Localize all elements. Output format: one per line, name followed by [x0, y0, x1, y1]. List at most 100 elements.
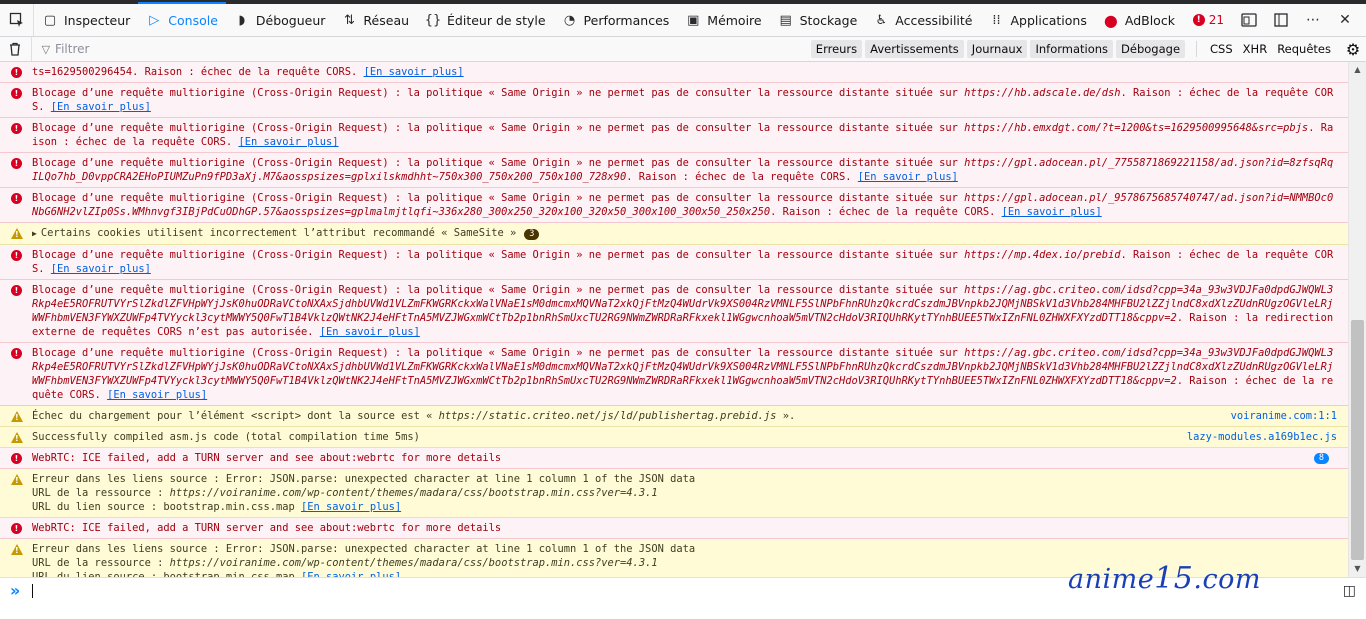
- console-output: ! ts=1629500296454. Raison : échec de la …: [0, 62, 1348, 577]
- error-counter[interactable]: ! 21: [1192, 13, 1224, 27]
- message-text: WebRTC: ICE failed, add a TURN server an…: [32, 451, 1336, 465]
- watermark-logo: anime15.com: [1068, 561, 1261, 596]
- responsive-icon: [1241, 13, 1257, 27]
- learn-more-link[interactable]: [En savoir plus]: [320, 326, 420, 338]
- learn-more-link[interactable]: [En savoir plus]: [364, 66, 464, 78]
- error-message: ! Blocage d’une requête multiorigine (Cro…: [0, 245, 1348, 280]
- performance-icon: ◔: [563, 12, 576, 28]
- watermark-text: anime: [1068, 564, 1155, 595]
- warning-message: Erreur dans les liens source : Error: JS…: [0, 469, 1348, 518]
- error-message: ! WebRTC: ICE failed, add a TURN server a…: [0, 518, 1348, 539]
- divider: [1196, 41, 1198, 57]
- source-location-link[interactable]: voiranime.com:1:1: [1231, 409, 1337, 423]
- tab-network[interactable]: ⇅ Réseau: [333, 4, 417, 36]
- message-body: Échec du chargement pour l’élément <scri…: [32, 410, 439, 422]
- editor-mode-icon[interactable]: ◫: [1343, 583, 1356, 599]
- tab-debugger[interactable]: ◗ Débogueur: [226, 4, 334, 36]
- message-body: Blocage d’une requête multiorigine (Cros…: [32, 87, 965, 99]
- error-icon: !: [11, 193, 22, 204]
- tab-label: Stockage: [799, 12, 858, 28]
- tab-console[interactable]: ▷ Console: [138, 2, 226, 36]
- storage-icon: ▤: [779, 12, 792, 28]
- error-icon: !: [11, 348, 22, 359]
- filter-bar: ▽ Erreurs Avertissements Journaux Inform…: [0, 37, 1366, 62]
- error-message: ! Blocage d’une requête multiorigine (Cro…: [0, 118, 1348, 153]
- learn-more-link[interactable]: [En savoir plus]: [51, 101, 151, 113]
- memory-icon: ▣: [687, 12, 700, 28]
- trash-icon: [10, 42, 21, 56]
- error-message: ! ts=1629500296454. Raison : échec de la …: [0, 62, 1348, 83]
- tab-accessibility[interactable]: ♿ Accessibilité: [865, 4, 980, 36]
- scroll-up-arrow[interactable]: ▲: [1349, 62, 1366, 78]
- message-body: WebRTC: ICE failed, add a TURN server an…: [32, 522, 502, 534]
- tab-adblock[interactable]: ● AdBlock: [1095, 4, 1183, 36]
- settings-gear-icon[interactable]: ⚙: [1340, 40, 1366, 59]
- scrollbar[interactable]: ▲ ▼: [1348, 62, 1366, 577]
- debugger-icon: ◗: [238, 12, 246, 28]
- clear-console-button[interactable]: [0, 37, 32, 61]
- learn-more-link[interactable]: [En savoir plus]: [51, 263, 151, 275]
- error-icon: !: [11, 285, 22, 296]
- more-options-button[interactable]: ⋯: [1302, 9, 1324, 31]
- tab-inspector[interactable]: ▢ Inspecteur: [34, 4, 138, 36]
- tab-label: Performances: [583, 12, 670, 28]
- message-reason: . Raison : échec de la requête CORS.: [626, 171, 858, 183]
- learn-more-link[interactable]: [En savoir plus]: [858, 171, 958, 183]
- tab-applications[interactable]: ⁞⁞ Applications: [981, 4, 1095, 36]
- filter-css[interactable]: CSS: [1205, 40, 1238, 58]
- learn-more-link[interactable]: [En savoir plus]: [238, 136, 338, 148]
- adblock-icon: ●: [1103, 10, 1118, 30]
- learn-more-link[interactable]: [En savoir plus]: [301, 501, 401, 513]
- warning-message: Successfully compiled asm.js code (total…: [0, 427, 1348, 448]
- warning-icon: [11, 432, 23, 444]
- tab-label: Mémoire: [707, 12, 762, 28]
- prompt-chevron-icon: »: [10, 581, 21, 600]
- message-body: Blocage d’une requête multiorigine (Cros…: [32, 249, 965, 261]
- devtools-toolbar: ▢ Inspecteur ▷ Console ◗ Débogueur ⇅ Réseau {} Éd…: [0, 0, 1366, 37]
- error-message: ! Blocage d’une requête multiorigine (Cro…: [0, 188, 1348, 223]
- resource-url: https://static.criteo.net/js/ld/publishe…: [438, 410, 777, 422]
- repeat-count-badge: 8: [1313, 453, 1329, 464]
- source-location-link[interactable]: lazy-modules.a169b1ec.js: [1187, 430, 1337, 444]
- message-body: ts=1629500296454. Raison : échec de la r…: [32, 66, 364, 78]
- scroll-down-arrow[interactable]: ▼: [1349, 561, 1366, 577]
- responsive-mode-button[interactable]: [1238, 9, 1260, 31]
- tab-label: Réseau: [363, 12, 410, 28]
- filter-requests[interactable]: Requêtes: [1272, 40, 1336, 58]
- picker-icon: [9, 12, 23, 27]
- dock-button[interactable]: [1270, 9, 1292, 31]
- filter-input[interactable]: [55, 42, 756, 56]
- console-icon: ▷: [149, 12, 160, 28]
- applications-icon: ⁞⁞: [992, 12, 1001, 28]
- level-logs[interactable]: Journaux: [966, 40, 1028, 58]
- element-picker-button[interactable]: [0, 4, 34, 36]
- tab-performance[interactable]: ◔ Performances: [554, 4, 678, 36]
- message-text: Blocage d’une requête multiorigine (Cros…: [32, 283, 1336, 339]
- accessibility-icon: ♿: [875, 12, 888, 28]
- scroll-thumb[interactable]: [1351, 320, 1364, 560]
- close-button[interactable]: ✕: [1334, 9, 1356, 31]
- warning-icon: [11, 544, 23, 556]
- learn-more-link[interactable]: [En savoir plus]: [1002, 206, 1102, 218]
- message-text: Blocage d’une requête multiorigine (Cros…: [32, 156, 1336, 184]
- tab-memory[interactable]: ▣ Mémoire: [677, 4, 769, 36]
- message-text: Blocage d’une requête multiorigine (Cros…: [32, 346, 1336, 402]
- learn-more-link[interactable]: [En savoir plus]: [107, 389, 207, 401]
- level-warnings[interactable]: Avertissements: [865, 40, 964, 58]
- tab-label: Inspecteur: [64, 12, 131, 28]
- message-body: WebRTC: ICE failed, add a TURN server an…: [32, 452, 502, 464]
- filter-field[interactable]: ▽: [42, 42, 811, 56]
- error-count: 21: [1208, 13, 1224, 27]
- watermark-number: 15: [1154, 561, 1194, 596]
- level-errors[interactable]: Erreurs: [810, 40, 863, 58]
- tab-label: Applications: [1010, 12, 1087, 28]
- level-info[interactable]: Informations: [1030, 40, 1114, 58]
- message-body: Blocage d’une requête multiorigine (Cros…: [32, 284, 965, 296]
- message-body: Blocage d’une requête multiorigine (Cros…: [32, 192, 965, 204]
- tab-storage[interactable]: ▤ Stockage: [770, 4, 866, 36]
- error-message: ! Blocage d’une requête multiorigine (Cro…: [0, 280, 1348, 343]
- level-debug[interactable]: Débogage: [1116, 40, 1186, 58]
- filter-xhr[interactable]: XHR: [1238, 40, 1273, 58]
- expand-arrow-icon[interactable]: ▶: [32, 227, 37, 241]
- tab-style-editor[interactable]: {} Éditeur de style: [417, 4, 554, 36]
